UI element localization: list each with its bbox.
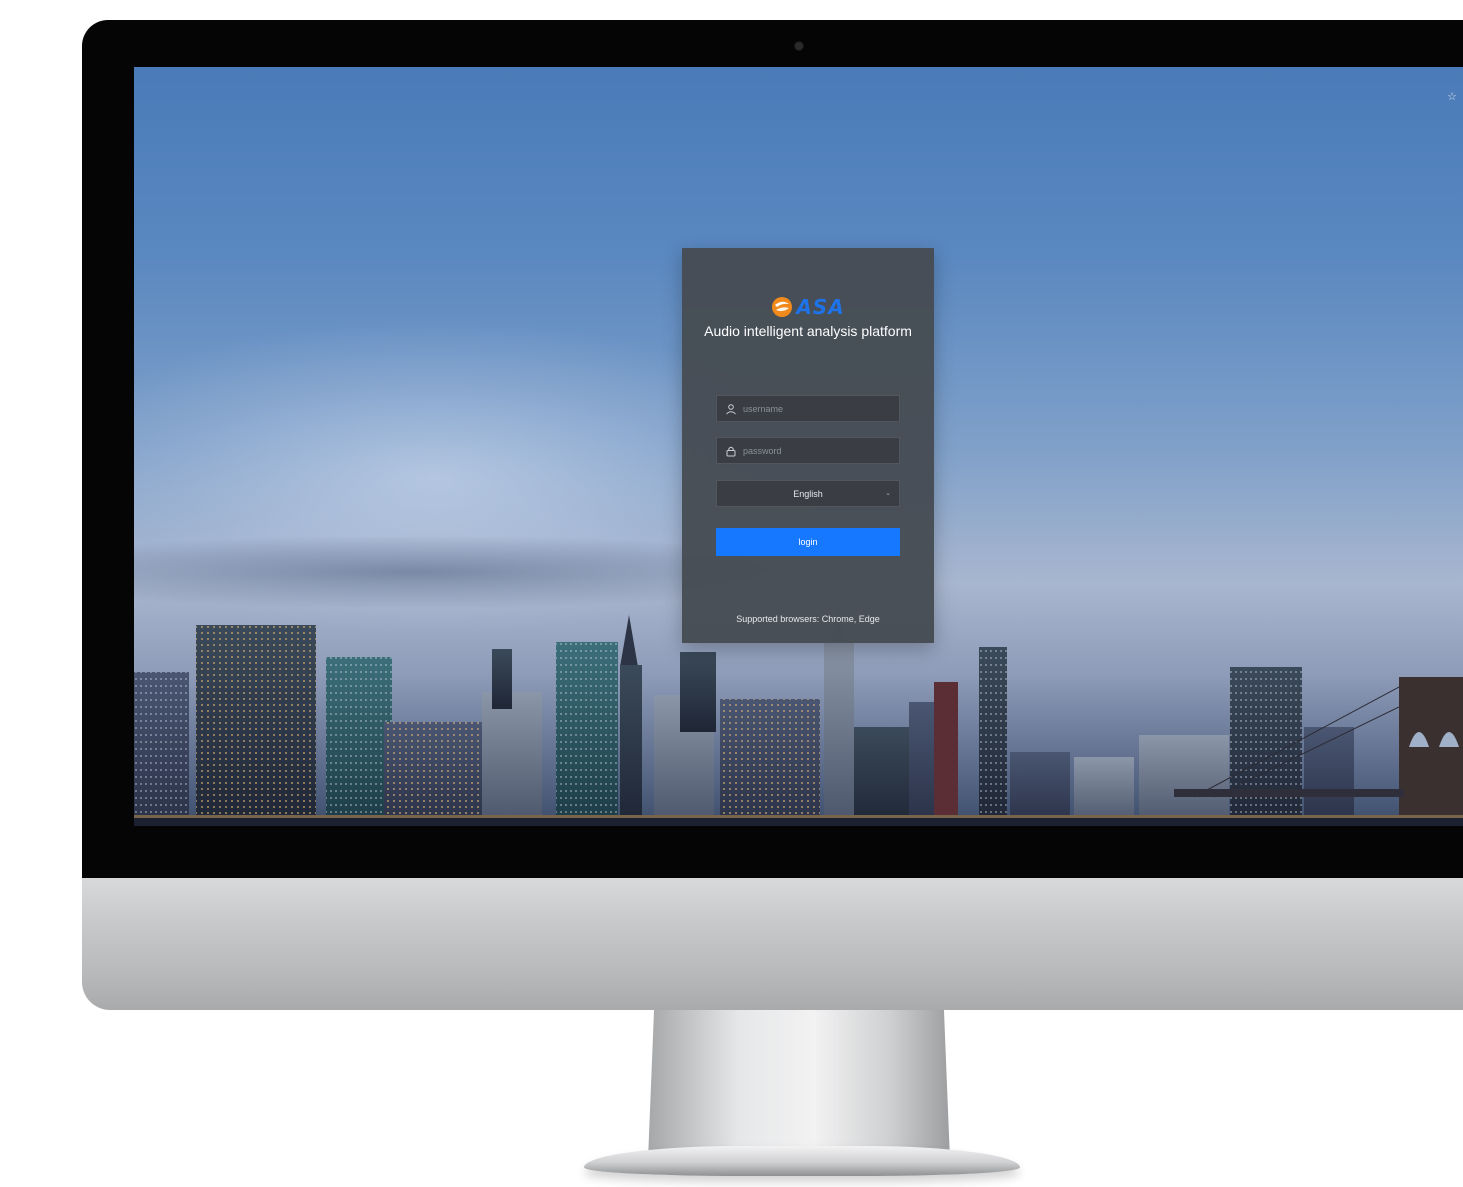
username-input[interactable] (743, 403, 893, 414)
supported-browsers-note: Supported browsers: Chrome, Edge (736, 614, 880, 624)
language-select-value: English (793, 488, 823, 499)
language-select[interactable]: English ⌄ (716, 480, 900, 507)
screen: ☆ ASA Audio intelligent analysis platfor… (134, 67, 1463, 826)
monitor-stand (648, 1010, 950, 1160)
page-title: Audio intelligent analysis platform (704, 323, 912, 339)
password-input[interactable] (743, 445, 893, 456)
asa-logo-icon (772, 297, 793, 317)
password-field[interactable] (716, 437, 900, 464)
monitor-chin (82, 878, 1463, 1010)
logo: ASA (682, 294, 934, 320)
username-field[interactable] (716, 395, 900, 422)
lock-icon (726, 446, 736, 456)
camera-dot (795, 42, 803, 50)
login-card: ASA Audio intelligent analysis platform … (682, 248, 934, 643)
user-icon (726, 403, 736, 414)
monitor-stand-base (584, 1146, 1020, 1176)
chevron-down-icon: ⌄ (885, 490, 891, 497)
monitor-mockup: ☆ ASA Audio intelligent analysis platfor… (0, 0, 1463, 1187)
login-button[interactable]: login (716, 528, 900, 556)
settings-icon[interactable]: ☆ (1447, 91, 1459, 103)
logo-text: ASA (796, 295, 845, 319)
